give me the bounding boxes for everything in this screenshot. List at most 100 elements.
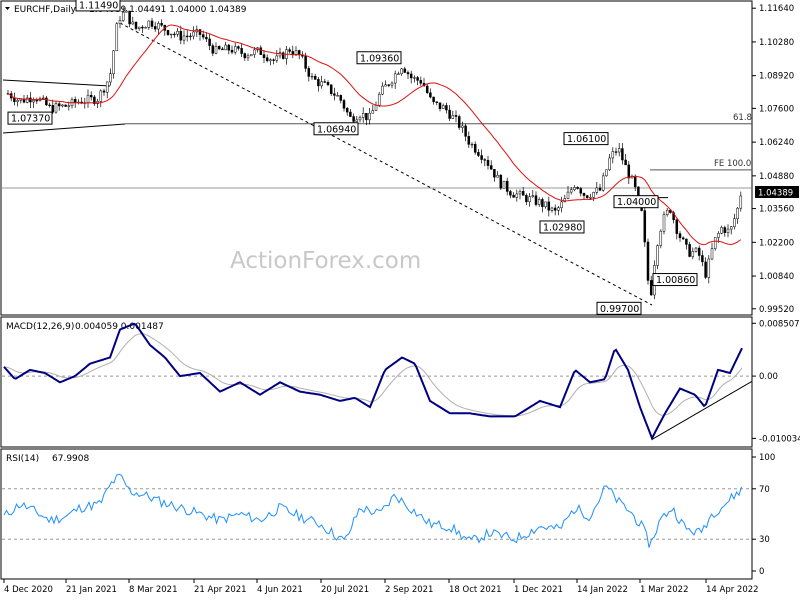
annotation-label: 1.11490 [79, 0, 118, 11]
price-annotation: 1.02980 [539, 220, 585, 234]
price-annotation: 1.06940 [313, 122, 359, 135]
candle-body [304, 55, 307, 69]
price-tick-label: 1.11640 [759, 4, 794, 14]
candle-body [201, 34, 205, 38]
price-tick-label: 1.07600 [759, 104, 794, 114]
rsi-tick-label: 70 [759, 485, 770, 495]
candle-body [86, 94, 90, 103]
candle-body [550, 207, 554, 211]
candle-body [441, 105, 445, 109]
candle-body [326, 82, 330, 85]
candle-body [224, 44, 227, 51]
candle-body [45, 97, 48, 106]
candle-body [659, 230, 663, 246]
candle-body [486, 160, 490, 166]
macd-tick-label: 0.00 [759, 372, 778, 382]
candle-body [531, 195, 535, 197]
candle-body [361, 113, 365, 118]
candle-body [656, 245, 659, 266]
candle-body [377, 93, 381, 106]
candle-body [259, 47, 263, 55]
price-annotation: 1.11490 [75, 0, 121, 11]
rsi-tick-label: 30 [759, 535, 770, 545]
candle-body [368, 112, 371, 121]
candle-body [89, 94, 93, 98]
candle-body [608, 157, 611, 171]
candle-body [717, 233, 720, 238]
candle-body [685, 238, 688, 245]
annotation-label: 1.06940 [317, 124, 356, 135]
candle-body [134, 21, 138, 29]
candle-body [323, 81, 327, 83]
candle-body [694, 247, 698, 252]
price-annotation: 1.06100 [563, 132, 609, 146]
candle-body [105, 81, 109, 93]
candle-body [333, 93, 336, 96]
candle-body [115, 23, 119, 52]
candle-body [166, 30, 170, 35]
candle-body [470, 143, 474, 146]
candle-body [576, 187, 579, 189]
candle-body [29, 97, 32, 103]
candle-body [141, 26, 144, 29]
candle-body [205, 36, 208, 40]
candle-body [611, 151, 615, 159]
watermark: ActionForex.com [230, 248, 421, 274]
candle-body [393, 73, 397, 84]
candle-body [579, 188, 583, 194]
candle-body [137, 26, 141, 29]
candle-body [617, 148, 621, 153]
candle-body [150, 20, 154, 27]
candle-body [403, 68, 407, 73]
candle-body [477, 152, 480, 156]
candle-body [560, 201, 563, 208]
candle-body [438, 102, 442, 109]
candle-body [464, 125, 467, 137]
annotation-label: 1.06100 [567, 134, 606, 145]
candle-body [144, 27, 147, 29]
candle-body [269, 59, 272, 62]
candle-body [627, 164, 631, 179]
price-tick-label: 1.00840 [759, 272, 794, 282]
rsi-header-name: RSI(14) [6, 454, 39, 464]
time-tick-label: 4 Jun 2021 [257, 585, 303, 595]
candle-body [621, 148, 624, 161]
candle-body [633, 175, 637, 188]
candle-body [374, 105, 378, 111]
candle-body [387, 84, 391, 86]
candle-body [573, 187, 576, 190]
candle-body [157, 23, 160, 30]
candle-body [237, 46, 240, 49]
candle-body [349, 111, 352, 117]
candle-body [214, 46, 218, 54]
candle-body [406, 72, 410, 75]
candle-body [64, 104, 67, 107]
candle-body [329, 84, 333, 94]
candle-body [493, 169, 496, 178]
candle-body [710, 248, 714, 260]
candle-body [230, 49, 234, 53]
candle-body [118, 20, 122, 24]
candle-body [713, 237, 717, 249]
candle-body [125, 10, 128, 13]
price-tick-label: 1.04880 [759, 172, 794, 182]
price-tick-label: 1.06240 [759, 138, 794, 148]
candle-body [521, 191, 525, 196]
candle-body [131, 21, 135, 25]
candle-body [153, 26, 157, 30]
candle-body [595, 187, 599, 193]
candle-body [272, 59, 275, 61]
rsi-tick-label: 0 [759, 567, 764, 577]
candle-body [221, 48, 224, 51]
candle-body [553, 207, 557, 211]
candle-body [461, 125, 464, 128]
time-tick-label: 4 Dec 2020 [4, 585, 53, 595]
candle-body [432, 96, 435, 103]
candle-body [297, 50, 301, 56]
candle-body [720, 227, 723, 234]
candle-body [121, 11, 125, 21]
candle-body [41, 97, 45, 100]
candle-body [265, 57, 269, 62]
candle-body [643, 210, 647, 243]
candle-body [128, 10, 131, 25]
